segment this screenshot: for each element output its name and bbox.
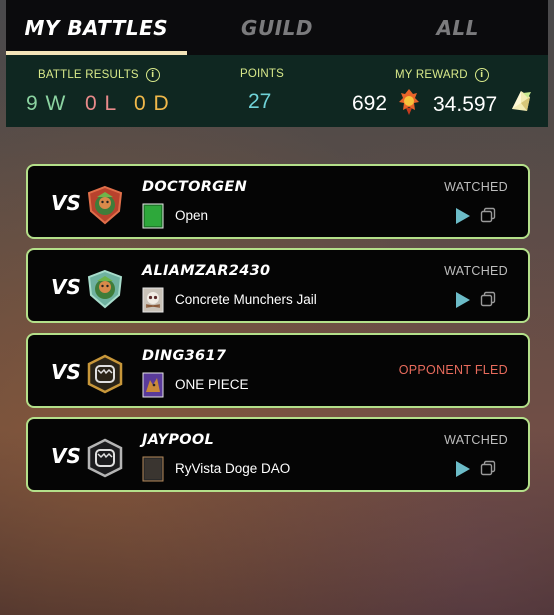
guild-name[interactable]: ONE PIECE (175, 377, 249, 392)
tab-my-battles-label: MY BATTLES (24, 15, 169, 40)
play-icon[interactable] (455, 291, 471, 309)
dec-token-icon (399, 89, 419, 115)
reward-label: MY REWARD (395, 69, 468, 81)
info-icon[interactable]: i (474, 68, 489, 82)
silver-shield-avatar-icon (87, 438, 123, 478)
vs-label: VS (51, 275, 81, 299)
wins-count: 9 W (26, 92, 67, 115)
battle-status: WATCHED (444, 180, 508, 194)
battles-panel: MY BATTLES GUILD ALL BATTLE RESULTS i 9 … (6, 0, 548, 615)
info-icon[interactable]: i (145, 68, 160, 82)
battle-card[interactable]: VS JAYPOOL RyVista Doge DAO WATCHED (26, 417, 530, 492)
green-shield-character-avatar-icon (87, 269, 123, 309)
play-icon[interactable] (455, 207, 471, 225)
opponent-name[interactable]: DING3617 (142, 348, 226, 364)
guild-name[interactable]: RyVista Doge DAO (175, 461, 290, 476)
opponent-name[interactable]: JAYPOOL (142, 432, 214, 448)
battle-status: WATCHED (444, 433, 508, 447)
guild-name[interactable]: Open (175, 208, 208, 223)
purple-wolf-banner-icon (142, 372, 164, 398)
sps-token-icon (512, 91, 531, 111)
battle-results-heading: BATTLE RESULTS i (38, 68, 160, 82)
battle-status: OPPONENT FLED (398, 363, 508, 377)
tab-guild-label: GUILD (241, 15, 313, 40)
opponent-name[interactable]: ALIAMZAR2430 (142, 263, 270, 279)
dark-banner-icon (142, 456, 164, 482)
draws-count: 0 D (134, 92, 170, 115)
reward-sps-value: 34.597 (433, 93, 498, 116)
battle-card[interactable]: VS DOCTORGEN Open WATCHED (26, 164, 530, 239)
gold-shield-avatar-icon (87, 354, 123, 394)
reward-dec-value: 692 (352, 92, 388, 115)
tab-my-battles[interactable]: MY BATTLES (6, 0, 187, 55)
points-label: POINTS (240, 68, 285, 80)
points-heading: POINTS (240, 68, 284, 80)
battle-card[interactable]: VS ALIAMZAR2430 Concrete Munchers Jail W… (26, 248, 530, 323)
copy-icon[interactable] (480, 291, 496, 307)
guild-name[interactable]: Concrete Munchers Jail (175, 292, 317, 307)
tab-guild[interactable]: GUILD (187, 0, 368, 55)
points-value: 27 (248, 90, 272, 113)
battle-summary: BATTLE RESULTS i 9 W 0 L 0 D POINTS 27 M… (6, 55, 548, 127)
tab-all-label: ALL (436, 15, 479, 40)
red-shield-character-avatar-icon (87, 185, 123, 225)
tab-bar: MY BATTLES GUILD ALL (6, 0, 548, 55)
play-icon[interactable] (455, 460, 471, 478)
vs-label: VS (51, 360, 81, 384)
vs-label: VS (51, 444, 81, 468)
battle-results-label: BATTLE RESULTS (38, 69, 139, 81)
skull-banner-icon (142, 287, 164, 313)
losses-count: 0 L (85, 92, 118, 115)
battle-status: WATCHED (444, 264, 508, 278)
vs-label: VS (51, 191, 81, 215)
green-banner-icon (142, 203, 164, 229)
tab-all[interactable]: ALL (367, 0, 548, 55)
battle-card[interactable]: VS DING3617 ONE PIECE OPPONENT FLED (26, 333, 530, 408)
opponent-name[interactable]: DOCTORGEN (142, 179, 247, 195)
copy-icon[interactable] (480, 460, 496, 476)
copy-icon[interactable] (480, 207, 496, 223)
reward-heading: MY REWARD i (395, 68, 489, 82)
